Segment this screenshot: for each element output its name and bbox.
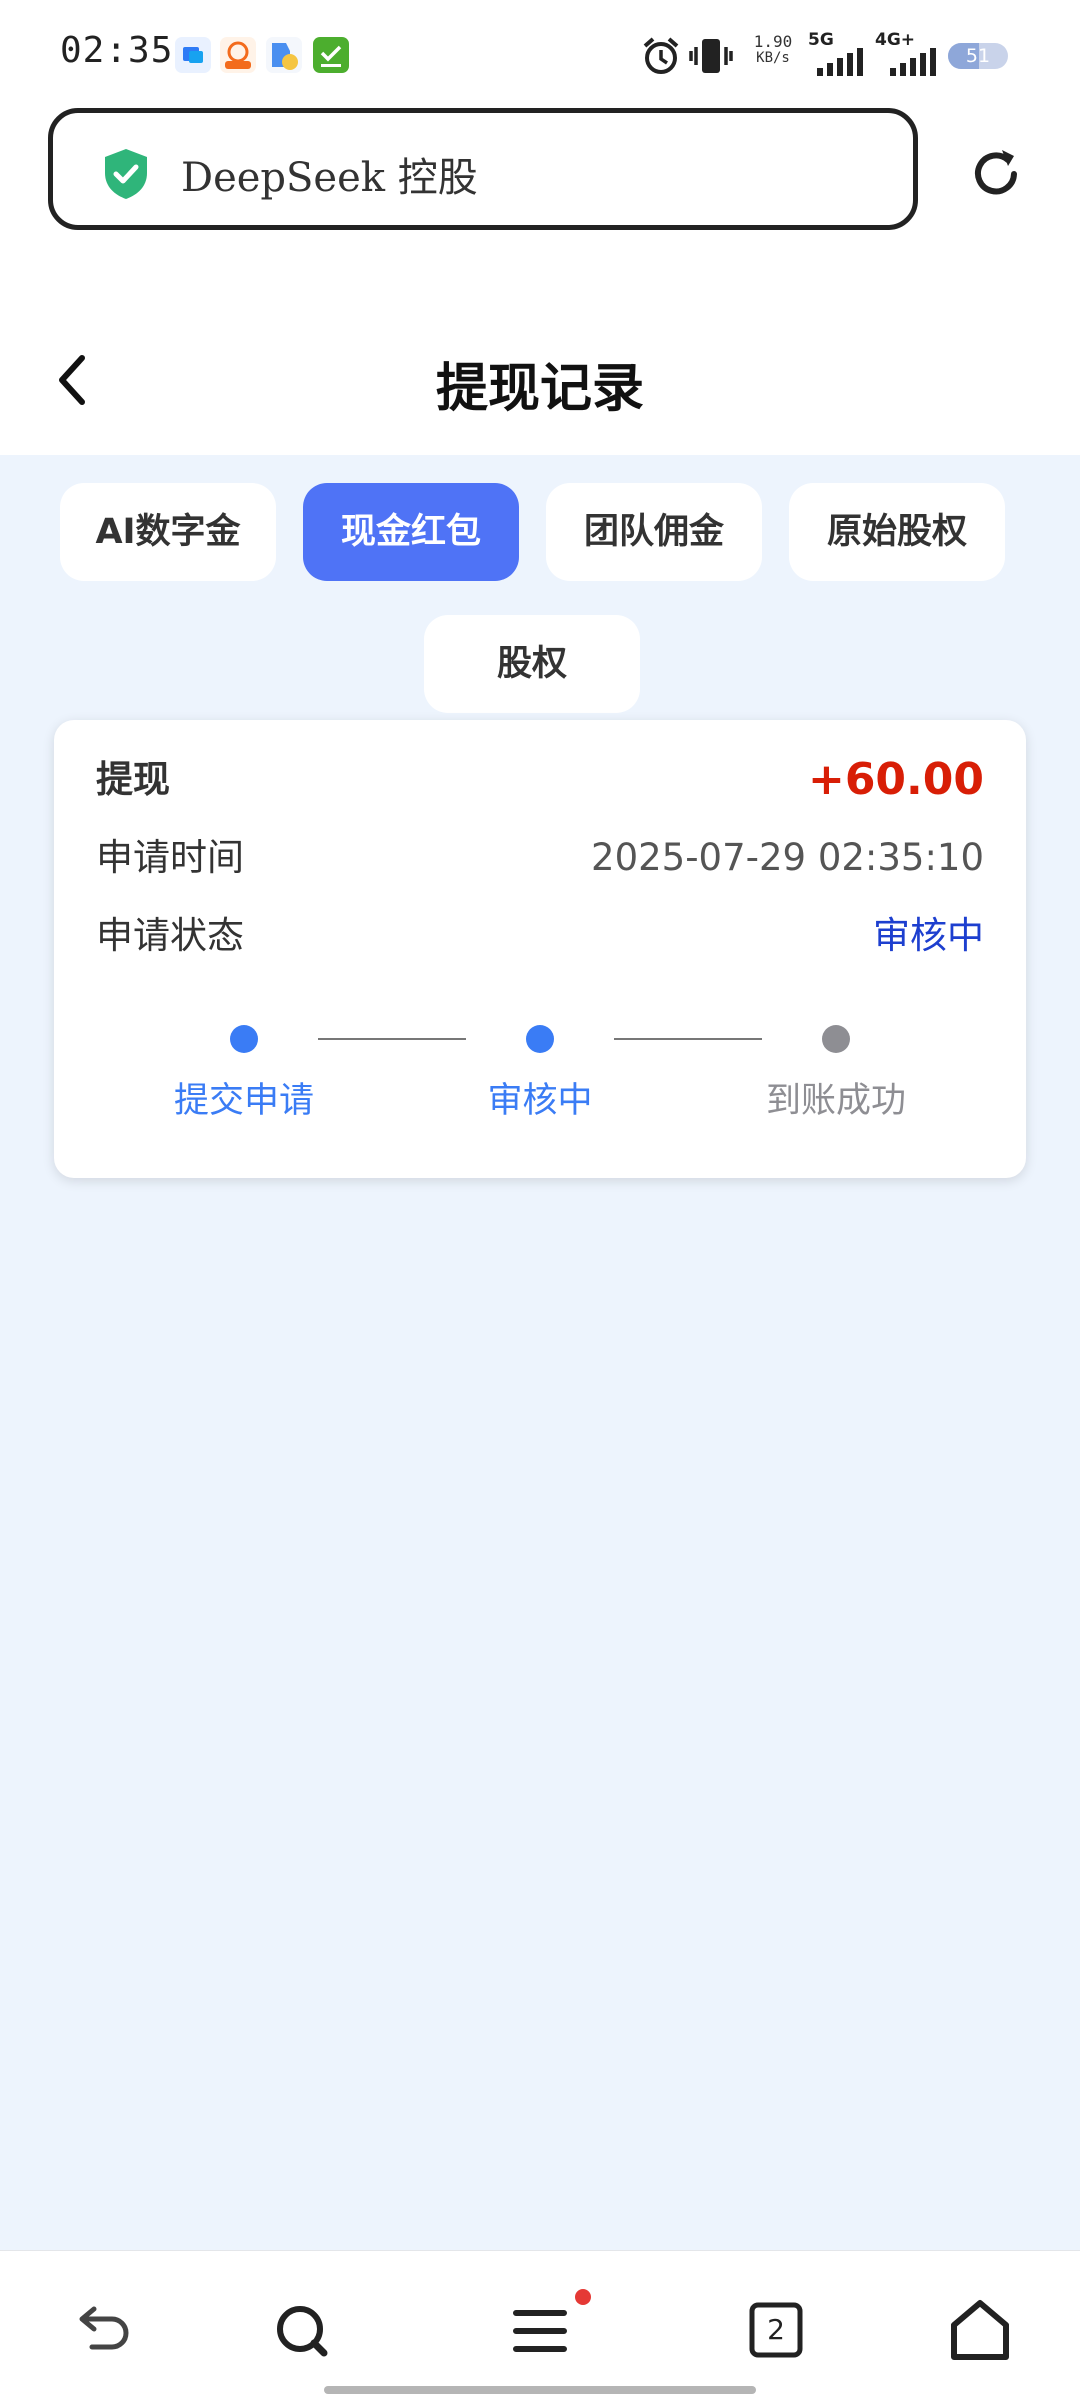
tab-cash-red-packet[interactable]: 现金红包 [303, 483, 519, 581]
address-bar[interactable]: DeepSeek 控股 [48, 108, 918, 230]
content-area: AI数字金 现金红包 团队佣金 原始股权 股权 提现 +60.00 申请时间 2… [0, 455, 1080, 2250]
tab-count: 2 [767, 2313, 785, 2346]
record-amount: +60.00 [807, 754, 984, 805]
withdrawal-record-card: 提现 +60.00 申请时间 2025-07-29 02:35:10 申请状态 … [54, 720, 1026, 1178]
status-time: 02:35 [60, 30, 174, 71]
step-dot-review [526, 1025, 554, 1053]
tab-equity[interactable]: 股权 [424, 615, 640, 713]
network-4g-label: 4G+ [875, 30, 916, 50]
apply-status-row: 申请状态 审核中 [96, 906, 984, 966]
apply-time-label: 申请时间 [96, 836, 244, 879]
apply-time-row: 申请时间 2025-07-29 02:35:10 [96, 828, 984, 888]
apply-time-value: 2025-07-29 02:35:10 [591, 836, 984, 879]
step-label-arrived: 到账成功 [765, 1081, 906, 1121]
alarm-icon [640, 35, 682, 81]
menu-icon[interactable] [500, 2291, 580, 2371]
reload-icon[interactable] [966, 144, 1026, 208]
tab-team-commission[interactable]: 团队佣金 [546, 483, 762, 581]
tab-original-equity[interactable]: 原始股权 [789, 483, 1005, 581]
apply-status-label: 申请状态 [96, 914, 244, 957]
record-header-row: 提现 +60.00 [96, 750, 984, 810]
signal-5g-icon [815, 48, 865, 80]
network-5g-label: 5G [808, 30, 834, 50]
step-dot-arrived [822, 1025, 850, 1053]
url-text: DeepSeek 控股 [181, 155, 478, 201]
step-connector [614, 1038, 762, 1040]
app-icon-blue [175, 37, 211, 73]
search-icon[interactable] [262, 2291, 342, 2371]
tabs-icon[interactable]: 2 [736, 2291, 816, 2371]
battery-level: 51 [965, 45, 991, 67]
app-icon-green-check [313, 37, 349, 73]
battery-indicator: 51 [948, 43, 1008, 69]
network-speed: 1.90 KB/s [753, 32, 793, 66]
app-icon-orange [220, 37, 256, 73]
signal-4g-icon [888, 48, 938, 80]
shield-check-icon [101, 147, 151, 205]
notification-dot [575, 2289, 591, 2305]
status-bar: 02:35 1.90 KB/s 5G 4G+ 51 [0, 0, 1080, 100]
home-indicator[interactable] [324, 2386, 756, 2394]
browser-bottom-nav: 2 [0, 2250, 1080, 2401]
home-icon[interactable] [940, 2291, 1020, 2371]
step-label-review: 审核中 [487, 1081, 593, 1121]
back-arrow-icon[interactable] [62, 2291, 142, 2371]
tab-ai-digital-gold[interactable]: AI数字金 [60, 483, 276, 581]
page-title: 提现记录 [435, 359, 644, 419]
app-icon-blue-yellow [266, 37, 302, 73]
step-connector [318, 1038, 466, 1040]
step-dot-submit [230, 1025, 258, 1053]
apply-status-value: 审核中 [873, 914, 984, 957]
vibrate-icon [688, 35, 734, 81]
record-type: 提现 [96, 758, 170, 801]
step-label-submit: 提交申请 [173, 1081, 314, 1121]
